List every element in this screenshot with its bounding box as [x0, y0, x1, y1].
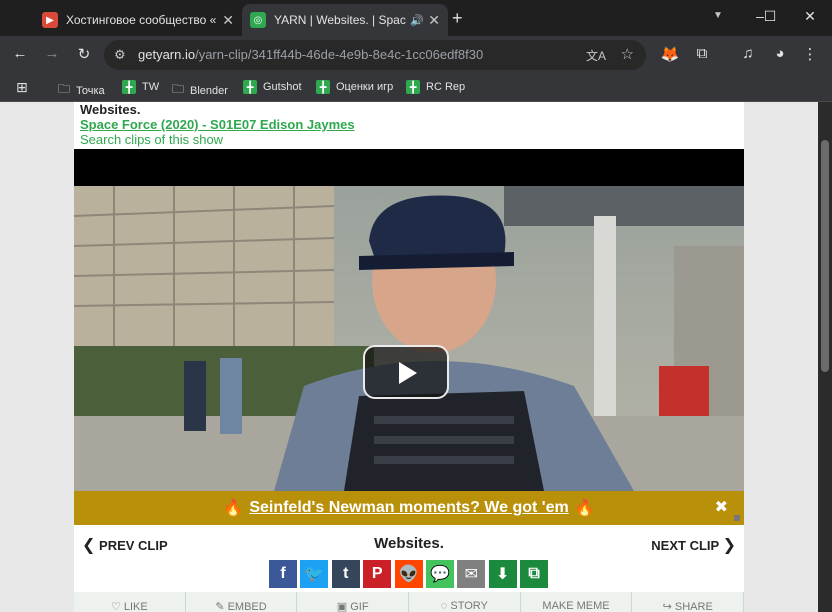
facebook-icon[interactable]: f: [269, 560, 297, 588]
bookmark-green-icon: ╋: [406, 80, 420, 94]
page-scrollbar[interactable]: [818, 102, 832, 612]
bookmark-label: TW: [142, 81, 160, 93]
promo-corner-marker: [734, 515, 740, 521]
audio-playing-icon[interactable]: 🔊: [410, 14, 424, 27]
url-text[interactable]: getyarn.io/yarn-clip/341ff44b-46de-4e9b-…: [138, 47, 483, 62]
embed-button[interactable]: ✎ EMBED: [185, 592, 298, 612]
bookmark-label: Gutshot: [263, 81, 302, 93]
apps-grid-icon[interactable]: ⊞: [16, 79, 28, 96]
share-button[interactable]: ↪ SHARE: [632, 592, 745, 612]
scrollbar-thumb[interactable]: [821, 140, 829, 372]
video-still-image: [74, 186, 744, 491]
next-clip-button[interactable]: NEXT CLIP ❯: [651, 535, 736, 555]
show-episode-link[interactable]: Space Force (2020) - S01E07 Edison Jayme…: [80, 117, 355, 132]
bookmark-ocenki[interactable]: ╋ Оценки игр: [316, 80, 393, 94]
url-host: getyarn.io: [138, 47, 196, 62]
gif-button[interactable]: ▣ GIF: [297, 592, 410, 612]
make-meme-button[interactable]: MAKE MEME: [520, 592, 633, 612]
fire-icon: 🔥: [574, 500, 595, 517]
tab-yarn[interactable]: ◎ YARN | Websites. | Space Fo 🔊 ✕: [242, 4, 448, 36]
site-info-icon[interactable]: ⚙: [114, 47, 126, 63]
bookmark-star-icon[interactable]: ☆: [621, 45, 634, 63]
menu-kebab-icon[interactable]: ⋮: [800, 45, 820, 63]
forward-arrow-icon[interactable]: →: [42, 45, 62, 62]
folder-icon: 🗀: [58, 82, 71, 96]
play-icon: [399, 362, 417, 384]
bookmark-green-icon: ╋: [122, 80, 136, 94]
message-icon[interactable]: 💬: [425, 560, 454, 588]
clip-action-bar: ♡ LIKE ✎ EMBED ▣ GIF ◌ STORY MAKE MEME ↪…: [74, 592, 745, 612]
browser-window: ▶ Хостинговое сообщество «Tim ✕ ◎ YARN |…: [0, 0, 832, 612]
close-tab-icon[interactable]: ✕: [222, 12, 234, 29]
page-viewport: Websites. Space Force (2020) - S01E07 Ed…: [0, 102, 818, 612]
promo-link[interactable]: Seinfeld's Newman moments? We got 'em: [249, 499, 568, 517]
chevron-right-icon: ❯: [722, 537, 736, 554]
promo-banner: 🔥 Seinfeld's Newman moments? We got 'em …: [74, 491, 744, 525]
reload-icon[interactable]: ↻: [74, 45, 94, 63]
media-controls-icon[interactable]: ♫: [738, 45, 758, 62]
bookmark-label: Blender: [190, 84, 228, 97]
hosting-favicon-icon: ▶: [42, 12, 58, 28]
yarn-favicon-icon: ◎: [250, 12, 266, 28]
video-player[interactable]: [74, 149, 744, 491]
bookmarks-bar: ⊞ 🗀 Точка ╋ TW 🗀 Blender ╋ Gutshot ╋ Оценки и…: [0, 74, 832, 102]
bookmark-tw[interactable]: ╋ TW: [122, 80, 159, 94]
bookmark-blender[interactable]: 🗀 Blender: [172, 80, 228, 101]
bookmark-rcrep[interactable]: ╋ RC Rep: [406, 80, 465, 94]
share-icons-row: f 🐦 t P 👽 💬 ✉ ⬇ ⧉: [269, 560, 552, 588]
copy-icon[interactable]: ⧉: [520, 560, 549, 588]
bookmark-label: RC Rep: [426, 81, 466, 93]
play-button[interactable]: [363, 345, 449, 399]
download-icon[interactable]: ⬇: [488, 560, 517, 588]
profile-avatar-icon[interactable]: ◕: [770, 45, 790, 62]
maximize-icon[interactable]: ☐: [760, 8, 780, 25]
reddit-icon[interactable]: 👽: [394, 560, 423, 588]
clip-navigation: ❮ PREV CLIP Websites. NEXT CLIP ❯: [74, 525, 744, 561]
tab-strip: ▶ Хостинговое сообщество «Tim ✕ ◎ YARN |…: [0, 0, 832, 36]
fire-icon: 🔥: [223, 500, 244, 517]
url-path: /yarn-clip/341ff44b-46de-4e9b-8e4c-1cc06…: [195, 47, 484, 62]
pinterest-icon[interactable]: P: [363, 560, 392, 588]
tab-title: YARN | Websites. | Space Fo: [274, 13, 406, 27]
tab-hosting[interactable]: ▶ Хостинговое сообщество «Tim ✕: [34, 4, 242, 36]
bookmark-green-icon: ╋: [243, 80, 257, 94]
close-window-button[interactable]: ✕: [800, 8, 820, 25]
email-icon[interactable]: ✉: [457, 560, 486, 588]
video-frame: [74, 186, 744, 491]
clip-quote: Websites.: [80, 102, 141, 117]
metamask-extension-icon[interactable]: 🦊: [660, 45, 680, 63]
bookmark-green-icon: ╋: [316, 80, 330, 94]
close-tab-icon[interactable]: ✕: [428, 12, 440, 29]
browser-toolbar: ← → ↻ ⚙ getyarn.io/yarn-clip/341ff44b-46…: [0, 36, 832, 74]
back-arrow-icon[interactable]: ←: [10, 45, 30, 62]
folder-icon: 🗀: [172, 82, 185, 96]
bookmark-label: Оценки игр: [336, 81, 394, 93]
bookmark-label: Точка: [76, 84, 105, 97]
story-button[interactable]: ◌ STORY: [409, 592, 521, 612]
new-tab-button[interactable]: +: [452, 8, 463, 29]
yarn-clip-page: Websites. Space Force (2020) - S01E07 Ed…: [74, 102, 745, 612]
clip-title: Websites.: [374, 535, 444, 552]
like-button[interactable]: ♡ LIKE: [74, 592, 186, 612]
twitter-icon[interactable]: 🐦: [300, 560, 329, 588]
address-bar[interactable]: ⚙ getyarn.io/yarn-clip/341ff44b-46de-4e9…: [104, 40, 646, 70]
bookmark-gutshot[interactable]: ╋ Gutshot: [243, 80, 302, 94]
extensions-puzzle-icon[interactable]: ⧉: [692, 45, 712, 62]
tab-search-chevron-icon[interactable]: ▼: [713, 10, 723, 21]
tab-title: Хостинговое сообщество «Tim: [66, 13, 216, 27]
bookmark-tochka[interactable]: 🗀 Точка: [58, 80, 105, 101]
promo-close-icon[interactable]: ✖: [715, 497, 728, 517]
tumblr-icon[interactable]: t: [331, 560, 360, 588]
search-clips-link[interactable]: Search clips of this show: [80, 132, 223, 147]
translate-icon[interactable]: 文A: [586, 47, 606, 64]
next-clip-label: NEXT CLIP: [651, 538, 719, 553]
